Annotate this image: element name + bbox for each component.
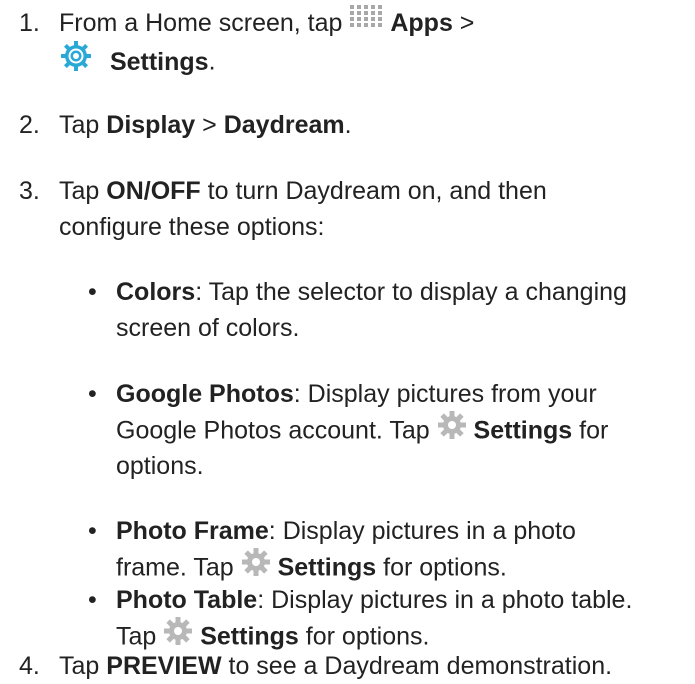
option-line: Google Photos account. Tap Settings for xyxy=(116,410,609,452)
option-title: Colors xyxy=(116,278,196,306)
step-text: Tap xyxy=(59,652,107,680)
option-line: Colors: Tap the selector to display a ch… xyxy=(116,274,627,310)
step-text: > xyxy=(452,9,475,37)
gear-icon xyxy=(241,547,271,587)
option-text: Tap xyxy=(116,622,164,651)
gear-icon xyxy=(437,410,467,450)
apps-label: Apps xyxy=(390,9,453,37)
step-4-line-1: Tap PREVIEW to see a Daydream demonstrat… xyxy=(59,648,612,684)
bullet: • xyxy=(88,517,97,545)
settings-label: Settings xyxy=(473,416,573,445)
option-text: : Tap the selector to display a changing xyxy=(195,278,627,306)
bullet: • xyxy=(88,380,97,408)
option-line: Photo Table: Display pictures in a photo… xyxy=(116,582,632,618)
daydream-label: Daydream xyxy=(223,111,345,139)
step-3-line-1: Tap ON/OFF to turn Daydream on, and then xyxy=(59,173,547,209)
step-1-line-2: Settings. xyxy=(59,41,216,85)
option-text: : Display pictures from your xyxy=(293,380,597,408)
option-text: for xyxy=(572,416,609,445)
option-title: Google Photos xyxy=(116,380,294,408)
option-text: frame. Tap xyxy=(116,553,241,582)
option-text: : Display pictures in a photo xyxy=(268,517,576,545)
apps-grid-icon xyxy=(349,4,383,40)
step-text: From a Home screen, tap xyxy=(59,9,350,37)
option-title: Photo Table xyxy=(116,586,258,614)
bullet: • xyxy=(88,586,97,614)
step-1-line-1: From a Home screen, tap Apps > xyxy=(59,5,474,42)
step-text: > xyxy=(195,111,224,139)
option-line: screen of colors. xyxy=(116,314,300,342)
settings-label: Settings xyxy=(277,553,377,582)
step-text: . xyxy=(208,47,216,76)
step-text: to see a Daydream demonstration. xyxy=(221,652,613,680)
step-text: Tap xyxy=(59,177,107,205)
step-number: 1. xyxy=(19,9,40,37)
option-text: for options. xyxy=(298,622,430,651)
option-line: Google Photos: Display pictures from you… xyxy=(116,376,597,412)
option-title: Photo Frame xyxy=(116,517,269,545)
step-3-line-2: configure these options: xyxy=(59,213,325,241)
option-text: : Display pictures in a photo table. xyxy=(257,586,633,614)
option-text: Google Photos account. Tap xyxy=(116,416,437,445)
step-text: Tap xyxy=(59,111,107,139)
on-off-label: ON/OFF xyxy=(106,177,201,205)
step-number: 2. xyxy=(19,111,40,139)
step-text: to turn Daydream on, and then xyxy=(200,177,547,205)
step-2-line-1: Tap Display > Daydream. xyxy=(59,107,352,143)
step-number: 3. xyxy=(19,177,40,205)
bullet: • xyxy=(88,278,97,306)
option-text: for options. xyxy=(376,553,507,582)
settings-app-icon xyxy=(59,39,93,83)
option-line: Photo Frame: Display pictures in a photo xyxy=(116,513,576,549)
display-label: Display xyxy=(106,111,196,139)
settings-label: Settings xyxy=(200,622,299,651)
option-line: options. xyxy=(116,452,204,480)
preview-label: PREVIEW xyxy=(106,652,222,680)
step-number: 4. xyxy=(19,652,40,680)
settings-label: Settings xyxy=(109,47,209,76)
step-text: . xyxy=(344,111,352,139)
